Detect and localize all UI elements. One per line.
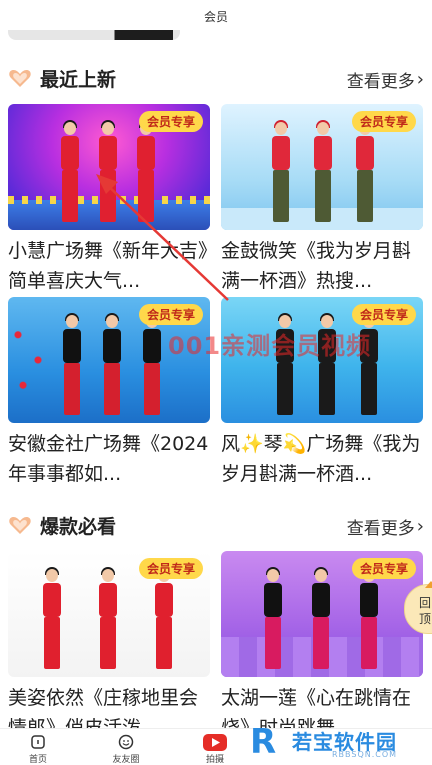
- nav-item-friends[interactable]: 友友圈: [96, 733, 156, 765]
- smile-icon: [96, 733, 156, 751]
- dancer-figure: [355, 567, 383, 673]
- nav-label: 拍摄: [205, 755, 224, 765]
- logo-url: RBBSQN.COM: [332, 750, 398, 759]
- dancer-figure: [307, 567, 335, 673]
- member-badge: 会员专享: [351, 558, 416, 579]
- back-to-top-label-bottom: 顶: [419, 612, 432, 626]
- nav-label: 友友圈: [112, 755, 140, 765]
- view-more-button[interactable]: 查看更多 ›: [347, 514, 424, 539]
- dancer-figure: [38, 567, 66, 673]
- chevron-right-icon: ›: [416, 516, 424, 537]
- home-icon: [8, 733, 68, 751]
- section-title: 爆款必看: [40, 515, 117, 538]
- watermark-text: 001亲测会员视频: [168, 332, 372, 360]
- site-logo: R 若宝软件园 RBBSQN.COM: [250, 720, 420, 762]
- nav-label: 首页: [28, 755, 47, 765]
- nav-item-home[interactable]: 首页: [8, 733, 68, 765]
- dancer-figure: [259, 567, 287, 673]
- video-thumbnail[interactable]: 会员专享: [221, 551, 423, 677]
- video-thumbnail[interactable]: 会员专享: [8, 551, 210, 677]
- nav-item-shoot[interactable]: 拍摄: [185, 733, 245, 765]
- view-more-label: 查看更多: [346, 519, 415, 539]
- dancer-figure: [150, 567, 178, 673]
- video-card[interactable]: 会员专享 美姿依然《庄稼地里会情郎》俏皮活泼...: [8, 551, 210, 743]
- video-card[interactable]: 会员专享 太湖一莲《心在跳情在烧》时尚跳舞...: [221, 551, 423, 743]
- section-header-hot: 爆款必看 查看更多 ›: [8, 510, 424, 540]
- heart-icon: [9, 517, 31, 534]
- member-badge: 会员专享: [138, 558, 203, 579]
- back-to-top-label-top: 回: [419, 596, 432, 610]
- logo-letter: R: [250, 722, 277, 762]
- play-icon: [185, 733, 245, 751]
- caret-up-icon: [425, 581, 432, 588]
- dancer-figure: [94, 567, 122, 673]
